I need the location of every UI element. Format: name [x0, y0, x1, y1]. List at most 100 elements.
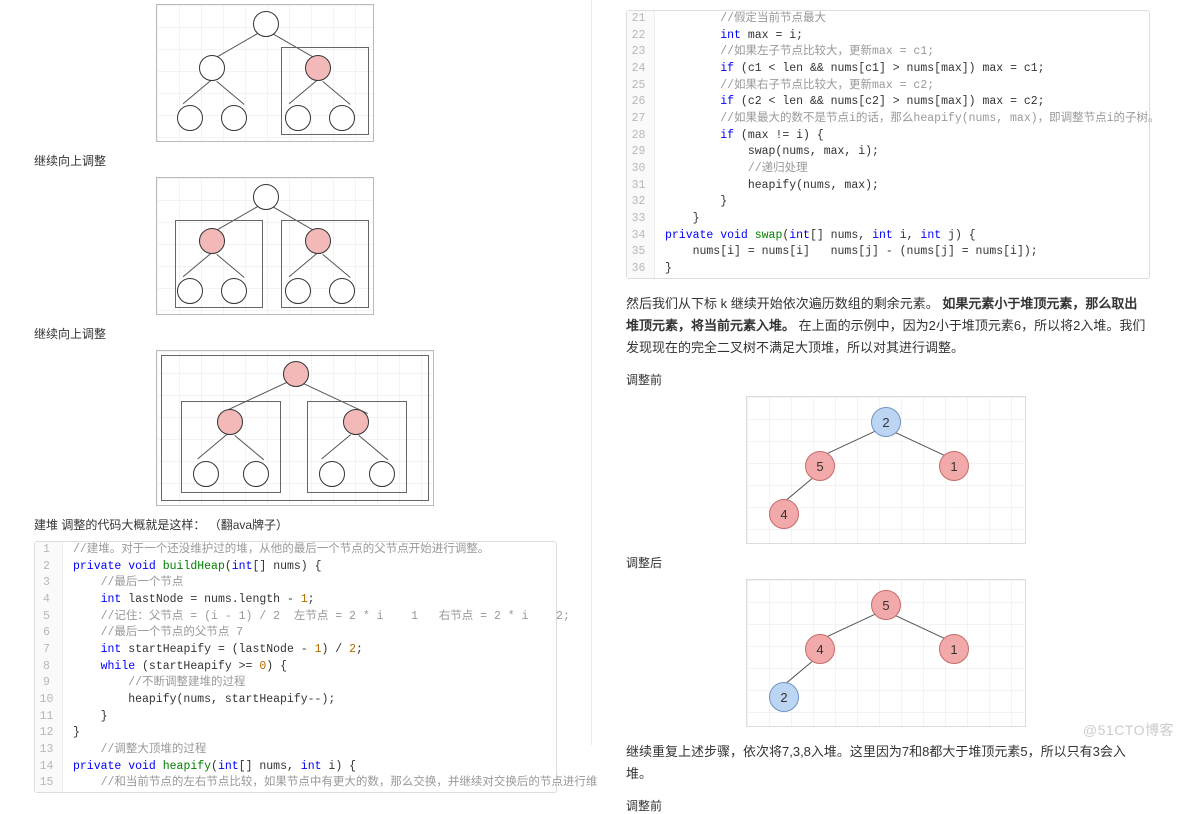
code-line: 34private void swap(int[] nums, int i, i… [627, 228, 1149, 245]
code-src: private void heapify(int[] nums, int i) … [63, 759, 356, 776]
heapify-diagram-3 [156, 350, 434, 506]
code-src: heapify(nums, max); [655, 178, 879, 195]
code-line: 21 //假定当前节点最大 [627, 11, 1149, 28]
gutter: 33 [627, 211, 655, 228]
code-line: 30 //递归处理 [627, 161, 1149, 178]
code-line: 7 int startHeapify = (lastNode - 1) / 2; [35, 642, 556, 659]
gutter: 11 [35, 709, 63, 726]
gutter: 12 [35, 725, 63, 742]
code-line: 33 } [627, 211, 1149, 228]
gutter: 31 [627, 178, 655, 195]
gutter: 24 [627, 61, 655, 78]
label-after: 调整后 [626, 554, 1150, 571]
code-src: //递归处理 [655, 161, 808, 178]
code-line: 2private void buildHeap(int[] nums) { [35, 559, 556, 576]
code-src: //记住：父节点 = (i - 1) / 2 左节点 = 2 * i 1 右节点… [63, 609, 570, 626]
code-src: } [655, 211, 700, 228]
code-line: 32 } [627, 194, 1149, 211]
gutter: 25 [627, 78, 655, 95]
gutter: 32 [627, 194, 655, 211]
code-src: //建堆。对于一个还没维护过的堆，从他的最后一个节点的父节点开始进行调整。 [63, 542, 489, 559]
gutter: 26 [627, 94, 655, 111]
gutter: 1 [35, 542, 63, 559]
code-src: if (c1 < len && nums[c1] > nums[max]) ma… [655, 61, 1045, 78]
code-src: //假定当前节点最大 [655, 11, 826, 28]
code-src: int lastNode = nums.length - 1; [63, 592, 315, 609]
tree2-n1: 5 [882, 598, 889, 613]
watermark: @51CTO博客 [1083, 720, 1174, 740]
code-line: 35 nums[i] = nums[i] nums[j] - (nums[j] … [627, 244, 1149, 261]
gutter: 6 [35, 625, 63, 642]
code-line: 22 int max = i; [627, 28, 1149, 45]
tree1-n1: 2 [882, 415, 889, 430]
gutter: 9 [35, 675, 63, 692]
code-line: 1//建堆。对于一个还没维护过的堆，从他的最后一个节点的父节点开始进行调整。 [35, 542, 556, 559]
gutter: 23 [627, 44, 655, 61]
code-line: 9 //不断调整建堆的过程 [35, 675, 556, 692]
gutter: 10 [35, 692, 63, 709]
code-block-heapify: 21 //假定当前节点最大22 int max = i;23 //如果左子节点比… [626, 10, 1150, 279]
code-src: nums[i] = nums[i] nums[j] - (nums[j] = n… [655, 244, 1038, 261]
code-src: //和当前节点的左右节点比较，如果节点中有更大的数，那么交换，并继续对交换后的节… [63, 775, 597, 792]
code-line: 11 } [35, 709, 556, 726]
code-src: } [655, 261, 672, 278]
gutter: 4 [35, 592, 63, 609]
right-column: 21 //假定当前节点最大22 int max = i;23 //如果左子节点比… [592, 0, 1184, 745]
label-before: 调整前 [626, 371, 1150, 388]
left-column: 继续向上调整 继续向上调整 [0, 0, 592, 745]
gutter: 2 [35, 559, 63, 576]
section-label-2: 继续向上调整 [34, 325, 557, 342]
gutter: 36 [627, 261, 655, 278]
code-src: if (max != i) { [655, 128, 824, 145]
tree-before: 2 5 1 4 [746, 396, 1026, 544]
code-line: 28 if (max != i) { [627, 128, 1149, 145]
gutter: 22 [627, 28, 655, 45]
code-src: private void buildHeap(int[] nums) { [63, 559, 322, 576]
code-src: } [655, 194, 727, 211]
heapify-diagram-2 [156, 177, 374, 315]
code-src: //最后一个节点的父节点 7 [63, 625, 243, 642]
code-src: //如果最大的数不是节点i的话，那么heapify(nums, max)，即调整… [655, 111, 1160, 128]
code-line: 24 if (c1 < len && nums[c1] > nums[max])… [627, 61, 1149, 78]
code-src: //如果右子节点比较大，更新max = c2; [655, 78, 934, 95]
code-block-buildheap: 1//建堆。对于一个还没维护过的堆，从他的最后一个节点的父节点开始进行调整。2p… [34, 541, 557, 793]
gutter: 3 [35, 575, 63, 592]
code-line: 14private void heapify(int[] nums, int i… [35, 759, 556, 776]
code-src: swap(nums, max, i); [655, 144, 879, 161]
section-label-1: 继续向上调整 [34, 152, 557, 169]
gutter: 27 [627, 111, 655, 128]
code-src: } [63, 725, 80, 742]
code-line: 4 int lastNode = nums.length - 1; [35, 592, 556, 609]
code-line: 36} [627, 261, 1149, 278]
code-line: 29 swap(nums, max, i); [627, 144, 1149, 161]
tree2-n4: 2 [780, 690, 787, 705]
tree1-n3: 1 [950, 459, 957, 474]
paragraph-1: 然后我们从下标 k 继续开始依次遍历数组的剩余元素。 如果元素小于堆顶元素，那么… [626, 293, 1150, 359]
code-line: 5 //记住：父节点 = (i - 1) / 2 左节点 = 2 * i 1 右… [35, 609, 556, 626]
heapify-diagram-1 [156, 4, 374, 142]
gutter: 30 [627, 161, 655, 178]
code-line: 12} [35, 725, 556, 742]
tree1-n4: 4 [780, 507, 787, 522]
code-src: //不断调整建堆的过程 [63, 675, 246, 692]
code-src: //最后一个节点 [63, 575, 183, 592]
gutter: 21 [627, 11, 655, 28]
gutter: 14 [35, 759, 63, 776]
gutter: 8 [35, 659, 63, 676]
code-line: 15 //和当前节点的左右节点比较，如果节点中有更大的数，那么交换，并继续对交换… [35, 775, 556, 792]
code-src: while (startHeapify >= 0) { [63, 659, 287, 676]
gutter: 29 [627, 144, 655, 161]
gutter: 35 [627, 244, 655, 261]
code-line: 6 //最后一个节点的父节点 7 [35, 625, 556, 642]
code-intro: 建堆 调整的代码大概就是这样： （翻ava牌子） [34, 516, 557, 533]
gutter: 15 [35, 775, 63, 792]
code-src: heapify(nums, startHeapify--); [63, 692, 335, 709]
code-line: 23 //如果左子节点比较大，更新max = c1; [627, 44, 1149, 61]
code-intro-b: （翻ava牌子） [209, 518, 288, 532]
code-intro-a: 建堆 调整的代码大概就是这样： [34, 518, 205, 532]
code-src: private void swap(int[] nums, int i, int… [655, 228, 976, 245]
gutter: 34 [627, 228, 655, 245]
tree2-n2: 4 [816, 642, 823, 657]
code-src: if (c2 < len && nums[c2] > nums[max]) ma… [655, 94, 1045, 111]
code-src: int max = i; [655, 28, 803, 45]
